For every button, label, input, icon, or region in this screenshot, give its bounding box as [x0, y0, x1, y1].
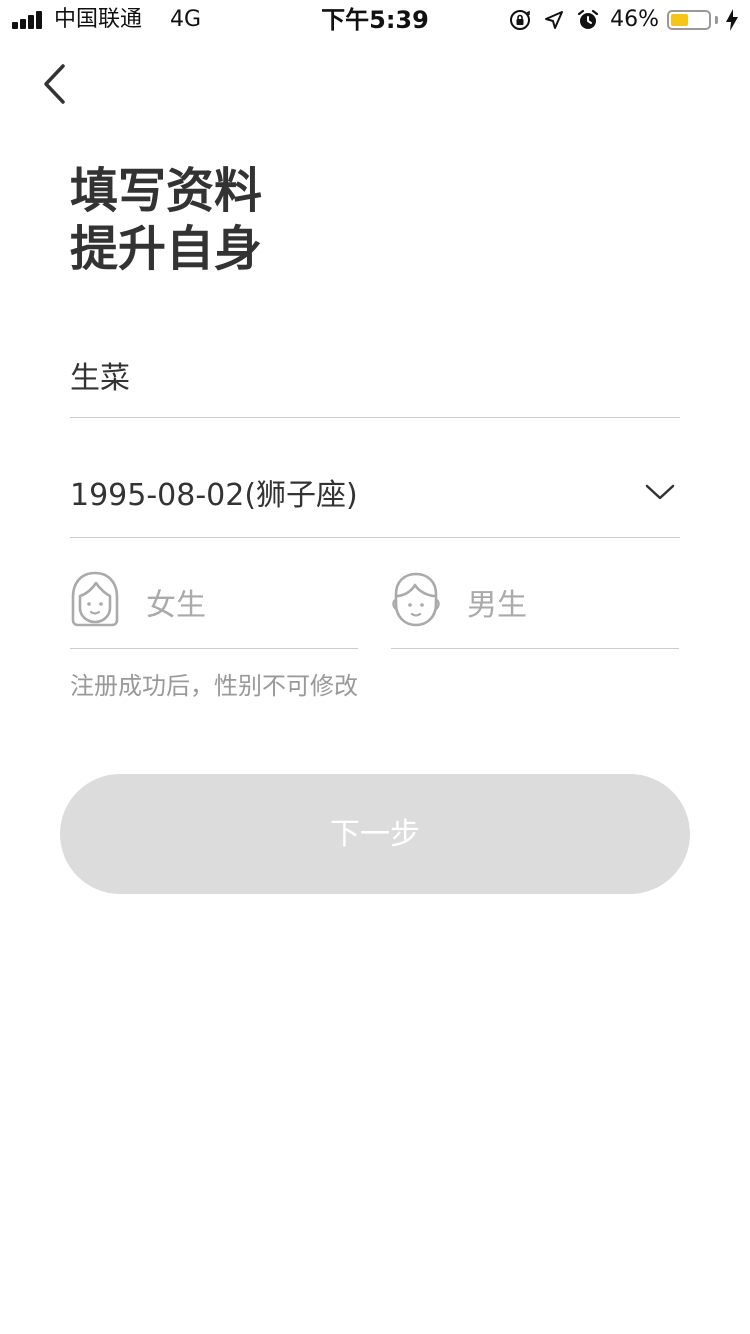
birthday-value: 1995-08-02(狮子座) [70, 478, 358, 513]
status-bar: 中国联通 4G 下午5:39 46% [0, 0, 750, 40]
page-title-line-2: 提升自身 [70, 221, 263, 277]
female-avatar-icon [71, 571, 119, 627]
battery-tip [715, 16, 718, 24]
page-title: 填写资料 提升自身 [70, 162, 262, 278]
next-step-button[interactable]: 下一步 [60, 774, 690, 894]
gender-option-female[interactable]: 女生 [70, 566, 358, 649]
back-button[interactable] [30, 58, 80, 110]
chevron-left-icon [44, 64, 65, 104]
battery-percentage: 46% [610, 7, 659, 32]
bolt-icon [726, 9, 738, 31]
location-arrow-icon [545, 11, 564, 29]
status-icons: 46% [508, 6, 738, 34]
gender-label-female: 女生 [146, 588, 206, 623]
male-avatar-icon [392, 572, 440, 627]
gender-option-male[interactable]: 男生 [391, 566, 679, 649]
gender-hint-text: 注册成功后，性别不可修改 [70, 672, 358, 700]
gender-label-male: 男生 [467, 588, 527, 623]
alarm-icon [577, 9, 599, 29]
page-title-line-1: 填写资料 [70, 163, 263, 219]
battery-icon [667, 10, 711, 30]
battery-level-fill [671, 14, 688, 26]
nickname-input[interactable] [70, 340, 680, 410]
birthday-select[interactable]: 1995-08-02(狮子座) [70, 456, 680, 538]
chevron-down-icon [645, 484, 675, 500]
orientation-lock-icon [510, 10, 531, 30]
nickname-field[interactable] [70, 340, 680, 418]
